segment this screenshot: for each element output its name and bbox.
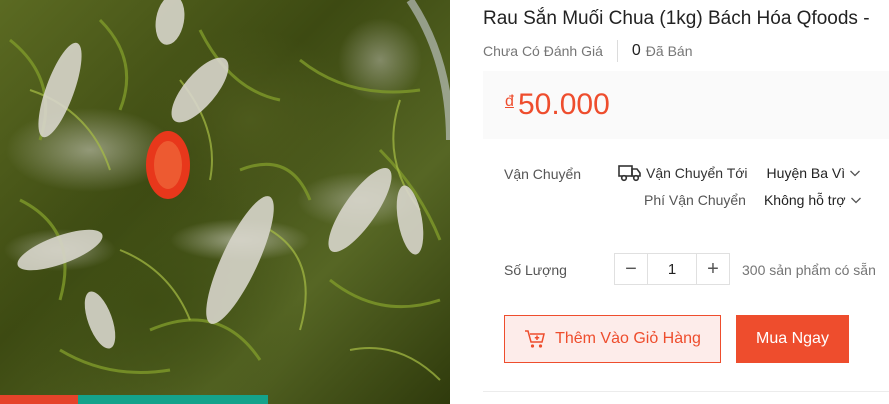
chevron-down-icon[interactable] (850, 194, 862, 206)
section-divider (483, 391, 889, 392)
product-title: Rau Sắn Muối Chua (1kg) Bách Hóa Qfoods … (483, 8, 870, 29)
price-currency: đ (505, 93, 514, 110)
increase-button[interactable]: + (697, 254, 729, 284)
shipping-destination-row: Vận Chuyển Tới Huyện Ba Vì (618, 164, 861, 182)
add-to-cart-label: Thêm Vào Giỏ Hàng (555, 330, 701, 347)
strip-segment-teal (78, 395, 268, 404)
price-value: 50.000 (518, 88, 610, 121)
buy-now-button[interactable]: Mua Ngay (736, 315, 849, 363)
buy-now-label: Mua Ngay (756, 330, 829, 347)
image-thumbnail-strip (0, 395, 268, 404)
shipping-label: Vận Chuyển (504, 166, 582, 182)
quantity-stepper: − 1 + (614, 253, 730, 285)
quantity-label: Số Lượng (504, 262, 567, 278)
quantity-input[interactable]: 1 (647, 254, 697, 284)
product-photo (9, 0, 450, 381)
stock-available: 300 sản phẩm có sẵn (742, 262, 876, 278)
shipping-fee-row: Phí Vận Chuyển Không hỗ trợ (644, 192, 862, 208)
ship-to-label: Vận Chuyển Tới (646, 165, 748, 181)
sold-count: 0 (631, 42, 641, 59)
strip-segment-red (0, 395, 78, 404)
reviews-link[interactable]: Chưa Có Đánh Giá (483, 43, 603, 59)
ship-fee-selector[interactable]: Không hỗ trợ (764, 192, 846, 208)
ship-to-selector[interactable]: Huyện Ba Vì (767, 165, 846, 181)
product-meta: Chưa Có Đánh Giá 0 Đã Bán (483, 40, 692, 62)
price-box: đ 50.000 (483, 71, 889, 139)
sold-label: Đã Bán (645, 43, 693, 59)
decrease-button[interactable]: − (615, 254, 647, 284)
cart-add-icon (525, 330, 546, 348)
chevron-down-icon[interactable] (849, 167, 861, 179)
add-to-cart-button[interactable]: Thêm Vào Giỏ Hàng (504, 315, 721, 363)
meta-divider (616, 40, 618, 62)
product-image[interactable] (0, 0, 450, 404)
ship-fee-label: Phí Vận Chuyển (644, 192, 746, 208)
truck-icon (618, 165, 641, 182)
